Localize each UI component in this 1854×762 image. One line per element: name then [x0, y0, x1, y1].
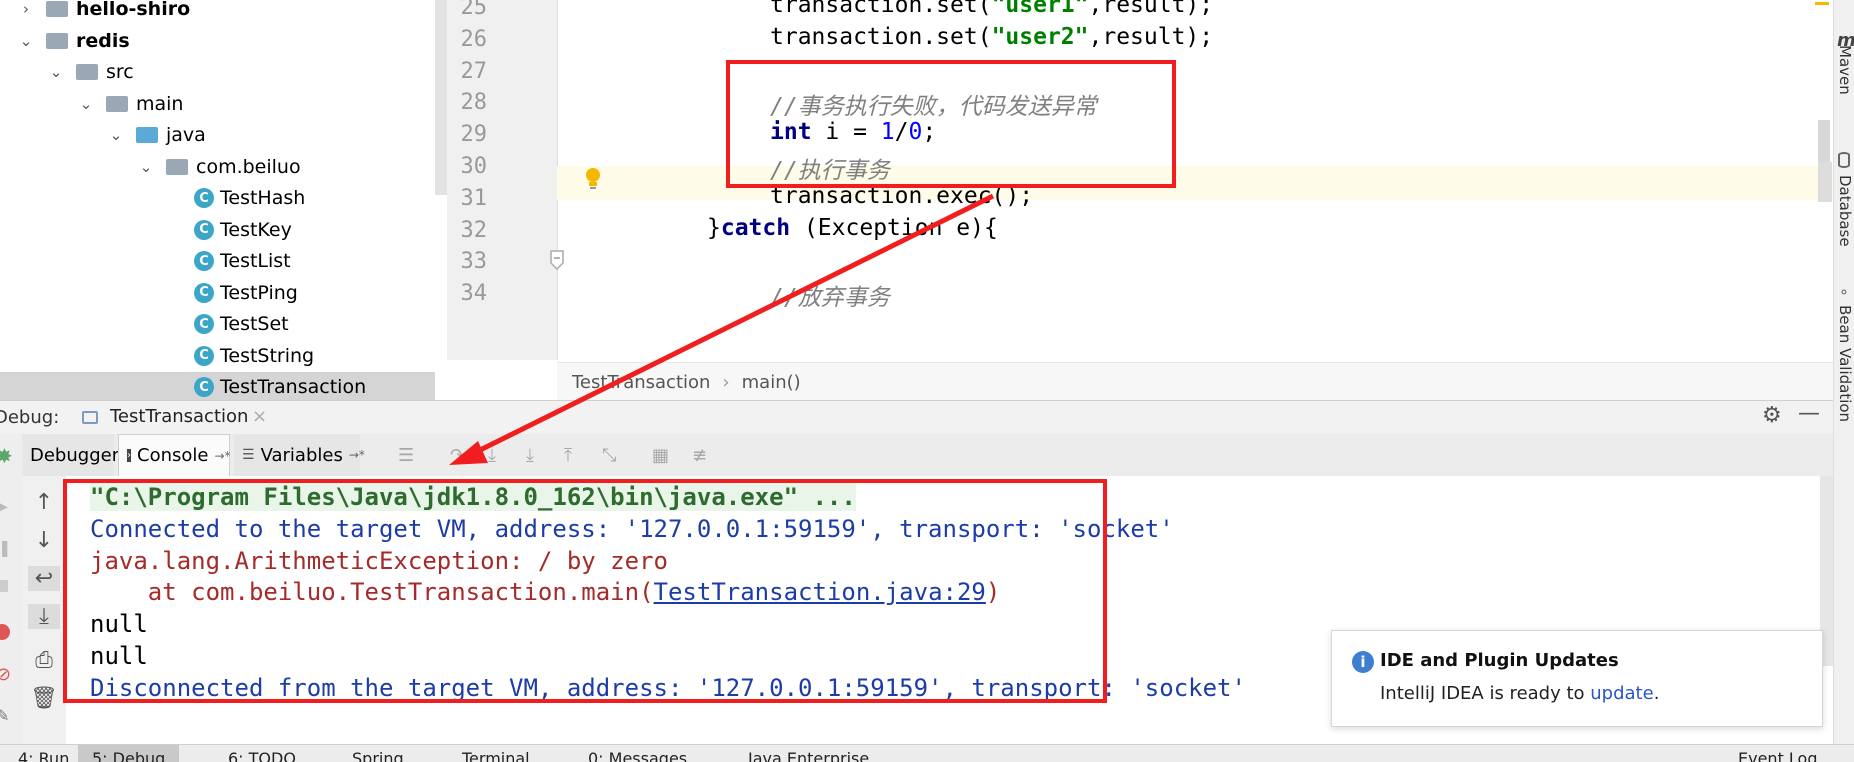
annotation-arrow — [449, 193, 995, 465]
